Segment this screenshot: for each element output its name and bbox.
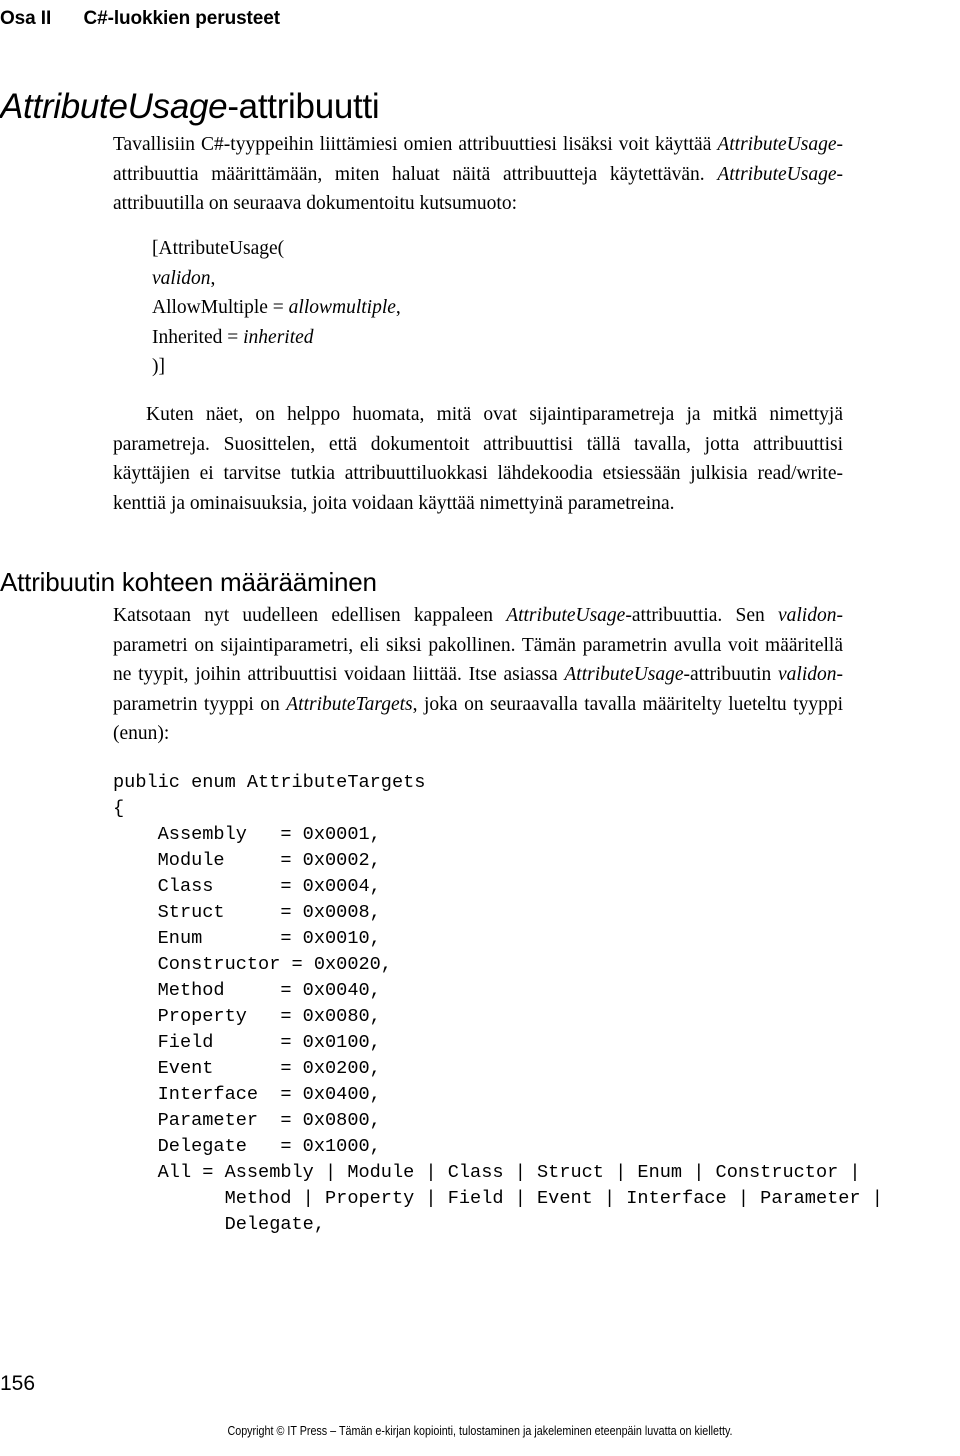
page-title-italic: AttributeUsage: [0, 87, 228, 127]
section-text-2: -attribuuttia. Sen: [625, 605, 778, 626]
intro-italic-b: AttributeUsage: [717, 163, 837, 185]
section-italic-5: AttributeTargets: [286, 693, 413, 715]
signature-line-2: validon,: [152, 264, 843, 294]
intro-text-a: Tavallisiin C#-tyyppeihin liittämiesi om…: [113, 134, 718, 155]
section-italic-3: AttributeUsage: [564, 664, 684, 685]
intro-paragraph-block: Tavallisiin C#-tyyppeihin liittämiesi om…: [113, 130, 843, 219]
signature-inherited-label: Inherited =: [152, 326, 244, 348]
section-italic-2: validon: [777, 605, 837, 626]
section-paragraph-block: Katsotaan nyt uudelleen edellisen kappal…: [113, 601, 843, 749]
signature-line-4: Inherited = inherited: [152, 323, 843, 353]
section-heading: Attribuutin kohteen määrääminen: [0, 566, 377, 597]
signature-param-inherited: inherited: [243, 326, 314, 348]
section-text-1: Katsotaan nyt uudelleen edellisen kappal…: [113, 605, 507, 626]
running-head-chapter: C#-luokkien perusteet: [83, 8, 281, 29]
signature-line-3: AllowMultiple = allowmultiple,: [152, 293, 843, 323]
signature-line-2-rest: ,: [210, 267, 216, 289]
running-head-part: Osa II: [0, 8, 52, 29]
attribute-signature-block: [AttributeUsage( validon, AllowMultiple …: [113, 234, 843, 382]
signature-param-validon: validon: [152, 267, 211, 289]
section-italic-1: AttributeUsage: [506, 605, 626, 626]
post-signature-paragraph-block: Kuten näet, on helppo huomata, mitä ovat…: [113, 400, 843, 518]
signature-line-3-rest: ,: [395, 297, 401, 318]
page-title: AttributeUsage-attribuutti: [0, 87, 380, 127]
document-page: Osa II C#-luokkien perusteet AttributeUs…: [0, 0, 960, 1456]
code-listing-block: public enum AttributeTargets { Assembly …: [113, 770, 933, 1238]
page-number: 156: [0, 1372, 36, 1395]
signature-param-allowmultiple: allowmultiple: [288, 297, 396, 318]
intro-paragraph: Tavallisiin C#-tyyppeihin liittämiesi om…: [113, 130, 843, 219]
intro-italic-a: AttributeUsage: [717, 134, 837, 155]
signature-allowmultiple-label: AllowMultiple =: [152, 297, 289, 318]
code-listing: public enum AttributeTargets { Assembly …: [113, 772, 883, 1235]
signature-listing: [AttributeUsage( validon, AllowMultiple …: [113, 234, 843, 382]
section-italic-4: validon: [778, 664, 837, 685]
signature-line-1: [AttributeUsage(: [152, 238, 285, 259]
copyright-notice: Copyright © IT Press – Tämän e-kirjan ko…: [227, 1424, 733, 1438]
post-signature-paragraph: Kuten näet, on helppo huomata, mitä ovat…: [113, 404, 843, 514]
section-paragraph: Katsotaan nyt uudelleen edellisen kappal…: [113, 601, 843, 749]
page-title-rest: -attribuutti: [227, 87, 380, 127]
running-head: Osa II C#-luokkien perusteet: [0, 8, 280, 30]
signature-line-5: )]: [152, 356, 165, 377]
section-text-4: -attribuutin: [683, 664, 778, 685]
